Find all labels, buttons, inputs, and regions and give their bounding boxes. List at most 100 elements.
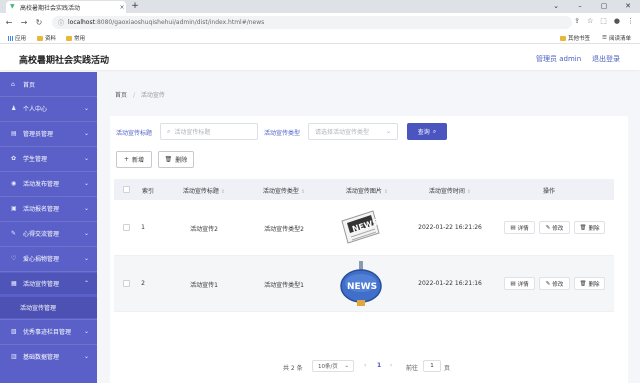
sidebar-item-label: 活动报名管理 [23, 206, 60, 213]
column-header-index: 索引 [141, 188, 154, 195]
chevron-down-icon: ⌄ [83, 180, 89, 187]
detail-button[interactable]: ▤ 详情 [504, 221, 535, 234]
trash-icon: 🗑 [579, 224, 587, 231]
bookmark-folder[interactable]: 资料 [37, 34, 56, 42]
column-time-label: 活动宣传时间 [428, 188, 465, 195]
dropdown-icon[interactable]: ⌄ [544, 0, 568, 13]
divider [0, 319, 97, 320]
divider [0, 344, 97, 345]
sidebar-item-donations[interactable]: ♡ 爱心捐物管理 ⌄ [0, 248, 97, 269]
minimize-icon[interactable]: – [568, 0, 592, 13]
cell-index: 1 [141, 224, 145, 231]
profile-icon[interactable]: ● [614, 17, 620, 25]
chevron-up-icon: ⌃ [83, 280, 89, 287]
column-header-image[interactable]: 活动宣传图片 ⇕ [332, 186, 402, 195]
maximize-icon[interactable]: ▢ [592, 0, 616, 13]
title-search-input[interactable]: ⌕ 活动宣传标题 [160, 123, 258, 140]
page-unit-label: 页 [444, 365, 451, 372]
row-delete-button[interactable]: 🗑 删除 [574, 277, 605, 290]
sidebar-item-activity-publish[interactable]: ◉ 活动发布管理 ⌄ [0, 173, 97, 194]
row-checkbox[interactable] [123, 280, 130, 287]
tab-close-icon[interactable]: × [118, 4, 126, 11]
delete-label: 删除 [588, 281, 600, 288]
column-header-time[interactable]: 活动宣传时间 ⇕ [414, 186, 486, 195]
sidebar-item-excellent[interactable]: ▧ 优秀事迹栏目管理 ⌄ [0, 321, 97, 342]
sidebar-item-admins[interactable]: ▤ 管理员管理 ⌄ [0, 123, 97, 144]
chevron-down-icon: ⌄ [385, 128, 391, 135]
url-host: localhost [68, 19, 95, 26]
delete-label: 删除 [588, 225, 600, 232]
forward-icon[interactable]: → [18, 18, 30, 27]
reading-list[interactable]: ☰ 阅读清单 [602, 34, 631, 42]
address-bar: ← → ↻ ⓘ localhost:8080/gaoxiaoshuqishehu… [0, 13, 640, 32]
reload-icon[interactable]: ↻ [33, 18, 45, 27]
sidebar-item-basic-data[interactable]: ▥ 基础数据管理 ⌄ [0, 346, 97, 367]
divider [0, 171, 97, 172]
sidebar-item-home[interactable]: ⌂ 首页 [0, 74, 97, 95]
column-type-label: 活动宣传类型 [262, 188, 299, 195]
select-all-checkbox[interactable] [123, 186, 130, 193]
goto-page-input[interactable]: 1 [423, 360, 441, 372]
delete-button[interactable]: 🗑 删除 [158, 151, 194, 168]
bookmark-label: 阅读清单 [608, 36, 631, 42]
sort-icon: ⇕ [466, 189, 472, 195]
back-icon[interactable]: ← [3, 18, 15, 27]
sidebar-subitem-promotion[interactable]: 活动宣传管理 [0, 297, 97, 318]
bookmark-other[interactable]: 其他书签 [560, 34, 590, 42]
close-window-icon[interactable]: ✕ [616, 0, 640, 13]
new-tab-button[interactable]: + [129, 1, 141, 12]
table-header: 索引 活动宣传标题 ⇕ 活动宣传类型 ⇕ 活动宣传图片 ⇕ 活动宣传时间 ⇕ 操作 [114, 179, 614, 200]
menu-icon[interactable]: ⋮ [627, 17, 634, 25]
page-size-select[interactable]: 10条/页 ⌄ [312, 360, 354, 372]
column-image-label: 活动宣传图片 [345, 188, 382, 195]
edit-button[interactable]: ✎ 修改 [539, 221, 570, 234]
query-button[interactable]: 查询 ⌕ [407, 123, 447, 140]
news-sign-image[interactable]: NEWS [339, 260, 383, 308]
document-icon: ▤ [510, 280, 516, 287]
column-header-title[interactable]: 活动宣传标题 ⇕ [169, 186, 239, 195]
info-icon[interactable]: ⓘ [58, 18, 64, 27]
heart-icon: ♡ [11, 254, 17, 262]
edit-button[interactable]: ✎ 修改 [539, 277, 570, 290]
type-select[interactable]: 请选择活动宣传类型 ⌄ [308, 123, 398, 140]
star-icon[interactable]: ☆ [587, 17, 593, 25]
pagination-total: 共 2 条 [283, 365, 303, 372]
sidebar-item-promotion[interactable]: ▦ 活动宣传管理 ⌃ [0, 273, 97, 294]
chevron-down-icon: ⌄ [83, 205, 89, 212]
sidebar-item-students[interactable]: ✿ 学生管理 ⌄ [0, 148, 97, 169]
sidebar-item-label: 爱心捐物管理 [23, 256, 60, 263]
add-label: 新增 [132, 157, 145, 164]
bookmark-apps[interactable]: 应用 [8, 34, 26, 42]
row-checkbox[interactable] [123, 224, 130, 231]
url-field[interactable]: ⓘ localhost:8080/gaoxiaoshuqishehui/admi… [52, 16, 572, 29]
extension-icon[interactable]: ⬚ [600, 17, 607, 25]
browser-tab[interactable]: ▼ 高校暑期社会实践活动 × [6, 1, 126, 13]
folder-icon [560, 35, 566, 41]
bookmark-folder[interactable]: 常用 [66, 34, 85, 42]
logout-link[interactable]: 退出登录 [592, 54, 620, 64]
row-delete-button[interactable]: 🗑 删除 [574, 221, 605, 234]
column-header-type[interactable]: 活动宣传类型 ⇕ [249, 186, 319, 195]
document-icon: ▤ [510, 224, 516, 231]
share-icon[interactable]: ⇪ [574, 17, 580, 25]
sidebar-item-experience[interactable]: ✎ 心得交流管理 ⌄ [0, 223, 97, 244]
detail-label: 详情 [517, 281, 529, 288]
news-paper-image[interactable]: NEWS [339, 207, 381, 247]
student-icon: ✿ [11, 154, 17, 162]
divider [0, 196, 97, 197]
page-number-current[interactable]: 1 [377, 362, 381, 369]
breadcrumb-current: 活动宣传 [140, 92, 165, 99]
breadcrumb-home[interactable]: 首页 [115, 92, 127, 99]
next-page-icon[interactable]: › [390, 362, 392, 369]
type-filter-label: 活动宣传类型 [264, 130, 301, 137]
sidebar-item-activity-signup[interactable]: ▣ 活动报名管理 ⌄ [0, 198, 97, 219]
detail-label: 详情 [517, 225, 529, 232]
prev-page-icon[interactable]: ‹ [364, 362, 366, 369]
chevron-down-icon: ⌄ [83, 105, 89, 112]
sidebar-item-profile[interactable]: ♟ 个人中心 ⌄ [0, 98, 97, 119]
chevron-down-icon: ⌄ [83, 130, 89, 137]
sidebar-item-label: 学生管理 [23, 156, 48, 163]
add-button[interactable]: + 新增 [116, 151, 152, 168]
detail-button[interactable]: ▤ 详情 [504, 277, 535, 290]
plus-icon: + [123, 156, 129, 163]
